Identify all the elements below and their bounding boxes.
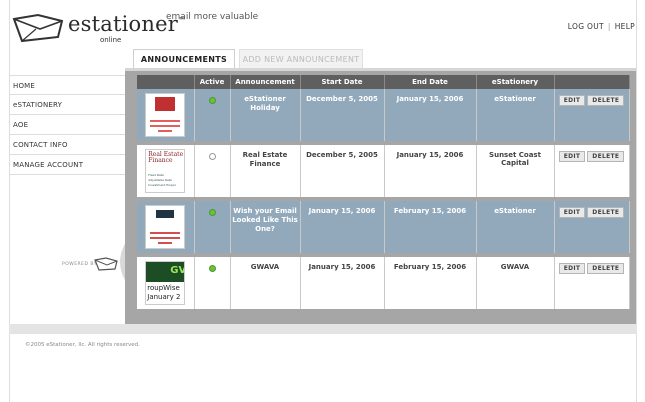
announcement-cell: Real Estate Finance bbox=[230, 143, 301, 201]
thumbnail-text-line bbox=[158, 242, 173, 244]
top-links: LOG OUT | HELP bbox=[568, 22, 635, 31]
delete-button[interactable]: DELETE bbox=[587, 263, 625, 274]
link-separator: | bbox=[607, 22, 611, 31]
tagline: email more valuable bbox=[166, 12, 259, 22]
start-date-cell: January 15, 2006 bbox=[300, 199, 385, 257]
announcements-table: Active Announcement Start Date End Date … bbox=[137, 75, 630, 313]
thumbnail-cell: Real Estate Finance Fixed Rate Adjustabl… bbox=[137, 143, 195, 201]
table-row: GV roupWise January 2 GWAVA January 15, … bbox=[137, 255, 630, 313]
estationery-cell: GWAVA bbox=[476, 255, 555, 313]
thumbnail-text-line bbox=[150, 237, 181, 239]
thumbnail-text-line bbox=[150, 125, 181, 127]
thumbnail-title: Real Estate Finance bbox=[148, 151, 184, 164]
col-header-estationery: eStationery bbox=[476, 75, 555, 89]
announcements-panel: Active Announcement Start Date End Date … bbox=[125, 71, 636, 324]
active-status-icon[interactable] bbox=[208, 209, 216, 216]
tab-add-new-announcement[interactable]: ADD NEW ANNOUNCEMENT bbox=[239, 49, 363, 69]
estationery-cell: eStationer bbox=[476, 199, 555, 257]
delete-button[interactable]: DELETE bbox=[587, 95, 625, 106]
sidebar-nav: HOME eSTATIONERY AOE CONTACT INFO MANAGE… bbox=[9, 75, 126, 175]
envelope-logo-icon[interactable] bbox=[12, 13, 64, 43]
end-date-cell: February 15, 2006 bbox=[384, 255, 477, 313]
col-header-actions bbox=[554, 75, 630, 89]
col-header-active: Active bbox=[194, 75, 231, 89]
start-date-cell: January 15, 2006 bbox=[300, 255, 385, 313]
actions-cell: EDIT DELETE bbox=[554, 199, 630, 257]
real-estate-thumbnail[interactable]: Real Estate Finance Fixed Rate Adjustabl… bbox=[145, 149, 186, 193]
table-header-row: Active Announcement Start Date End Date … bbox=[137, 75, 630, 89]
estationery-cell: eStationer bbox=[476, 89, 555, 145]
actions-cell: EDIT DELETE bbox=[554, 89, 630, 145]
edit-button[interactable]: EDIT bbox=[558, 263, 586, 274]
logo-subtitle: online bbox=[100, 36, 122, 44]
logout-link[interactable]: LOG OUT bbox=[568, 22, 604, 31]
thumbnail-cell: GV roupWise January 2 bbox=[137, 255, 195, 313]
help-link[interactable]: HELP bbox=[615, 22, 635, 31]
table-row: Wish your Email Looked Like This One? Ja… bbox=[137, 199, 630, 257]
thumbnail-text-line bbox=[150, 232, 181, 234]
actions-cell: EDIT DELETE bbox=[554, 143, 630, 201]
envelope-graphic bbox=[156, 210, 175, 218]
wish-email-thumbnail[interactable] bbox=[145, 205, 186, 249]
edit-button[interactable]: EDIT bbox=[558, 207, 586, 218]
sidebar-item-home[interactable]: HOME bbox=[9, 75, 126, 95]
gwava-logo-text: GV bbox=[170, 265, 186, 276]
sidebar-item-estationery[interactable]: eSTATIONERY bbox=[9, 95, 126, 115]
holiday-thumbnail[interactable] bbox=[145, 93, 186, 137]
thumbnail-text-line: Fixed Rate bbox=[148, 173, 164, 177]
announcement-cell: GWAVA bbox=[230, 255, 301, 313]
sidebar-item-manage-account[interactable]: MANAGE ACCOUNT bbox=[9, 155, 126, 175]
delete-button[interactable]: DELETE bbox=[587, 207, 625, 218]
thumbnail-cell bbox=[137, 89, 195, 145]
delete-button[interactable]: DELETE bbox=[587, 151, 625, 162]
col-header-thumbnail bbox=[137, 75, 195, 89]
estationery-cell: Sunset Coast Capital bbox=[476, 143, 555, 201]
sidebar-item-aoe[interactable]: AOE bbox=[9, 115, 126, 135]
holiday-gift-graphic bbox=[155, 97, 176, 111]
start-date-cell: December 5, 2005 bbox=[300, 143, 385, 201]
table-row: Real Estate Finance Fixed Rate Adjustabl… bbox=[137, 143, 630, 201]
thumbnail-text-line bbox=[150, 120, 181, 122]
gwava-thumbnail[interactable]: GV roupWise January 2 bbox=[145, 261, 186, 305]
end-date-cell: February 15, 2006 bbox=[384, 199, 477, 257]
thumbnail-text-line: January 2 bbox=[147, 293, 181, 301]
edit-button[interactable]: EDIT bbox=[558, 95, 586, 106]
tab-announcements[interactable]: ANNOUNCEMENTS bbox=[133, 49, 235, 69]
powered-by-label: POWERED BY bbox=[62, 262, 98, 267]
thumbnail-text-line: Investment Proper bbox=[148, 183, 176, 187]
thumbnail-text-line: Adjustable Rate bbox=[148, 178, 172, 182]
start-date-cell: December 5, 2005 bbox=[300, 89, 385, 145]
thumbnail-text-line: roupWise bbox=[147, 284, 180, 292]
announcement-cell: eStationer Holiday bbox=[230, 89, 301, 145]
sidebar-item-contact-info[interactable]: CONTACT INFO bbox=[9, 135, 126, 155]
thumbnail-text-line bbox=[158, 130, 173, 132]
copyright-text: ©2005 eStationer, llc. All rights reserv… bbox=[25, 342, 140, 348]
active-cell bbox=[194, 199, 231, 257]
table-row: eStationer Holiday December 5, 2005 Janu… bbox=[137, 89, 630, 145]
col-header-start-date: Start Date bbox=[300, 75, 385, 89]
actions-cell: EDIT DELETE bbox=[554, 255, 630, 313]
announcement-cell: Wish your Email Looked Like This One? bbox=[230, 199, 301, 257]
end-date-cell: January 15, 2006 bbox=[384, 143, 477, 201]
thumbnail-cell bbox=[137, 199, 195, 257]
active-cell bbox=[194, 255, 231, 313]
end-date-cell: January 15, 2006 bbox=[384, 89, 477, 145]
active-cell bbox=[194, 89, 231, 145]
active-status-icon[interactable] bbox=[208, 97, 216, 104]
footer-divider bbox=[9, 324, 637, 334]
inactive-status-icon[interactable] bbox=[208, 153, 216, 160]
active-status-icon[interactable] bbox=[208, 265, 216, 272]
edit-button[interactable]: EDIT bbox=[558, 151, 586, 162]
col-header-end-date: End Date bbox=[384, 75, 477, 89]
active-cell bbox=[194, 143, 231, 201]
col-header-announcement: Announcement bbox=[230, 75, 301, 89]
thumbnail-text: roupWise January 2 bbox=[147, 284, 180, 302]
